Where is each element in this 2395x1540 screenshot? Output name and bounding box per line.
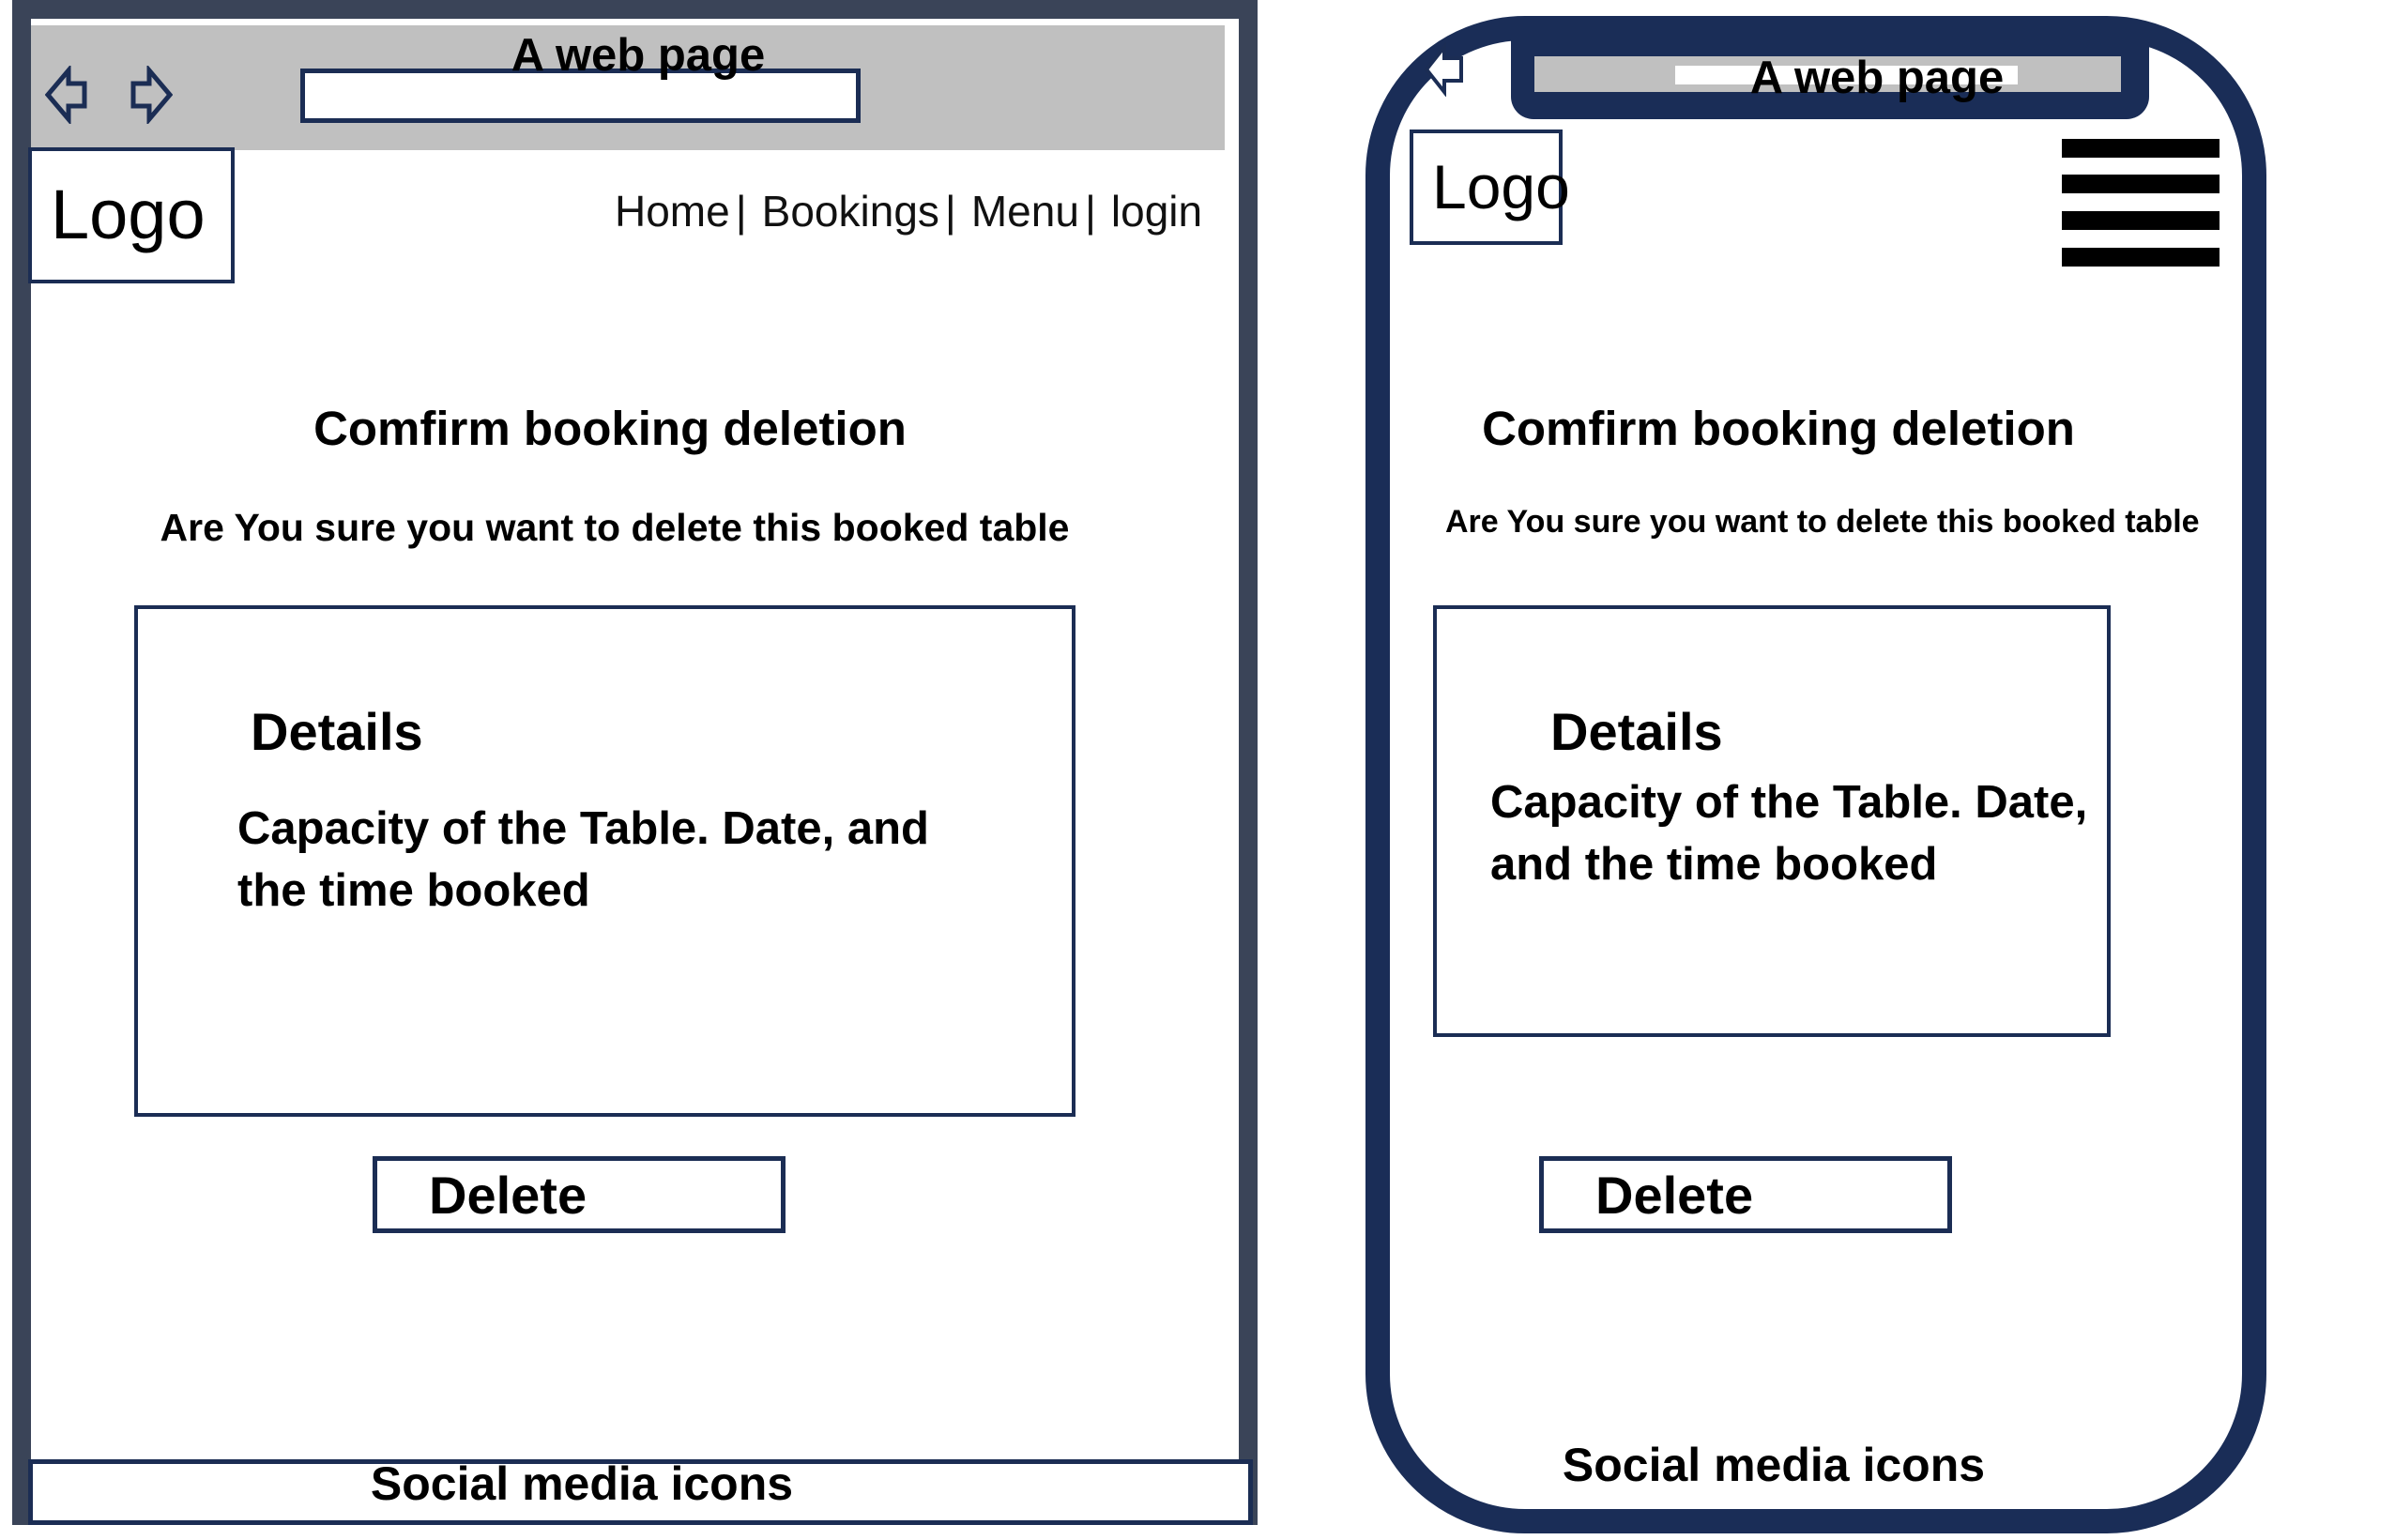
desktop-details-title: Details [251, 702, 423, 761]
nav-separator: | [944, 187, 956, 236]
mobile-page-heading: Comfirm booking deletion [1482, 402, 2075, 455]
mobile-delete-button[interactable]: Delete [1539, 1156, 1952, 1233]
back-arrow-icon[interactable] [45, 66, 88, 124]
desktop-browser-title: A web page [511, 30, 766, 81]
desktop-confirm-question: Are You sure you want to delete this boo… [160, 506, 1070, 549]
desktop-nav-bar: Home | Bookings | Menu | login [615, 183, 1202, 239]
mobile-social-media-icons[interactable]: Social media icons [1558, 1434, 1990, 1496]
desktop-details-text: Capacity of the Table. Date, and the tim… [237, 803, 929, 916]
desktop-page-heading: Comfirm booking deletion [313, 402, 907, 455]
mobile-confirm-question: Are You sure you want to delete this boo… [1445, 504, 2200, 540]
mobile-logo[interactable]: Logo [1410, 130, 1570, 245]
desktop-logo[interactable]: Logo [28, 147, 235, 283]
mobile-browser-title: A web page [1749, 53, 2005, 103]
back-arrow-icon[interactable] [1424, 42, 1465, 97]
nav-bookings-link[interactable]: Bookings [762, 183, 939, 239]
nav-home-link[interactable]: Home [615, 183, 730, 239]
hamburger-menu-icon[interactable] [2062, 139, 2220, 267]
nav-separator: | [735, 187, 747, 236]
desktop-social-media-icons[interactable]: Social media icons [338, 1453, 826, 1515]
forward-arrow-icon[interactable] [130, 66, 173, 124]
desktop-delete-button[interactable]: Delete [373, 1156, 786, 1233]
nav-separator: | [1084, 187, 1096, 236]
mobile-details-title: Details [1550, 702, 1723, 761]
nav-login-link[interactable]: login [1111, 183, 1202, 239]
nav-menu-link[interactable]: Menu [971, 183, 1079, 239]
mobile-details-text: Capacity of the Table. Date, and the tim… [1490, 777, 2088, 890]
